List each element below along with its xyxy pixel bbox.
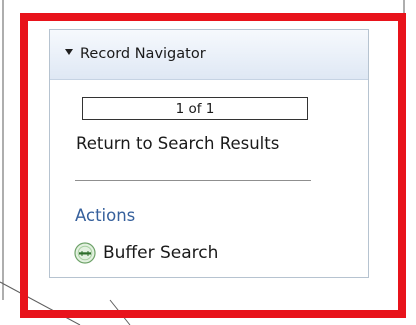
record-navigator-panel: Record Navigator 1 of 1 Return to Search… xyxy=(49,29,369,278)
record-pager[interactable]: 1 of 1 xyxy=(82,97,308,120)
buffer-search-icon xyxy=(74,242,96,264)
screenshot-stage: Record Navigator 1 of 1 Return to Search… xyxy=(0,0,416,325)
panel-header[interactable]: Record Navigator xyxy=(50,30,368,80)
panel-title: Record Navigator xyxy=(80,46,206,62)
buffer-search-action[interactable]: Buffer Search xyxy=(74,242,218,264)
triangle-down-icon[interactable] xyxy=(65,49,73,55)
buffer-search-label: Buffer Search xyxy=(103,243,219,263)
actions-heading: Actions xyxy=(75,206,136,225)
return-to-search-results-link[interactable]: Return to Search Results xyxy=(76,134,279,153)
divider xyxy=(75,180,311,181)
